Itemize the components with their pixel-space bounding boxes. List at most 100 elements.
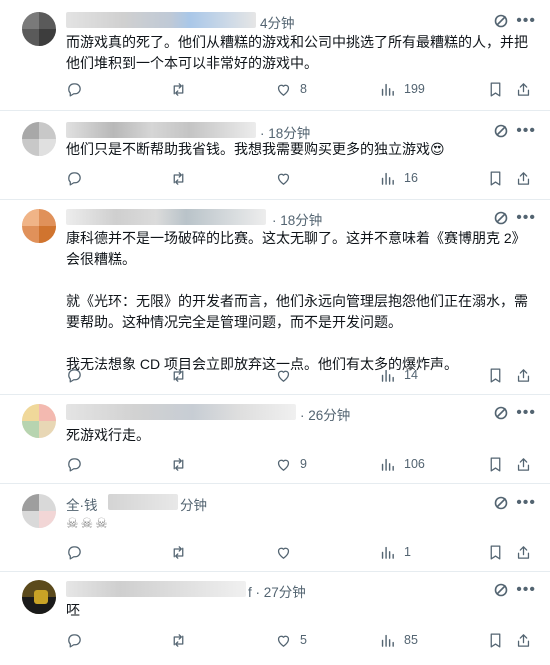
bookmark-icon bbox=[490, 456, 501, 472]
repost-button[interactable] bbox=[170, 79, 195, 99]
avatar[interactable] bbox=[22, 494, 56, 528]
share-button[interactable] bbox=[515, 630, 532, 650]
grok-icon[interactable] bbox=[494, 406, 508, 420]
tweet-text: 呸 bbox=[66, 602, 80, 618]
like-button[interactable]: 9 bbox=[275, 454, 307, 474]
repost-button[interactable] bbox=[170, 542, 195, 562]
share-icon bbox=[517, 545, 530, 559]
share-icon bbox=[517, 457, 530, 471]
reply-tweet[interactable]: f · 27分钟 ••• 呸 5 85 bbox=[0, 572, 550, 665]
bookmark-button[interactable] bbox=[487, 79, 504, 99]
author-name-partial[interactable]: 全·钱 bbox=[66, 494, 98, 514]
timestamp[interactable]: · 26分钟 bbox=[300, 404, 350, 424]
share-button[interactable] bbox=[515, 454, 532, 474]
reply-tweet[interactable]: 4分钟 ••• 而游戏真的死了。他们从糟糕的游戏和公司中挑选了所有最糟糕的人，并… bbox=[0, 0, 550, 111]
share-button[interactable] bbox=[515, 365, 532, 385]
like-button[interactable] bbox=[275, 365, 300, 385]
tweet-text: 而游戏真的死了。他们从糟糕的游戏和公司中挑选了所有最糟糕的人，并把他们堆积到一个… bbox=[66, 34, 528, 71]
bookmark-button[interactable] bbox=[487, 630, 504, 650]
reply-button[interactable] bbox=[66, 542, 91, 562]
grok-icon[interactable] bbox=[494, 124, 508, 138]
more-icon[interactable]: ••• bbox=[516, 405, 536, 421]
avatar[interactable] bbox=[22, 404, 56, 438]
bookmark-button[interactable] bbox=[487, 365, 504, 385]
avatar[interactable] bbox=[22, 580, 56, 614]
share-icon bbox=[517, 82, 530, 96]
like-icon bbox=[277, 459, 290, 471]
more-icon[interactable]: ••• bbox=[516, 495, 536, 511]
repost-button[interactable] bbox=[170, 365, 195, 385]
grok-icon[interactable] bbox=[494, 496, 508, 510]
grok-icon[interactable] bbox=[494, 14, 508, 28]
repost-icon bbox=[173, 82, 184, 96]
action-bar: 5 85 bbox=[66, 630, 530, 650]
like-button[interactable] bbox=[275, 168, 300, 188]
tweet-text: 康科德并不是一场破碎的比赛。这太无聊了。这并不意味着《赛博朋克 2》会很糟糕。 … bbox=[66, 230, 528, 372]
repost-button[interactable] bbox=[170, 630, 195, 650]
more-icon[interactable]: ••• bbox=[516, 582, 536, 598]
timestamp[interactable]: 4分钟 bbox=[260, 12, 295, 32]
more-icon[interactable]: ••• bbox=[516, 13, 536, 29]
reply-button[interactable] bbox=[66, 630, 91, 650]
views-button[interactable]: 1 bbox=[379, 542, 411, 562]
repost-button[interactable] bbox=[170, 454, 195, 474]
share-icon bbox=[517, 633, 530, 647]
views-button[interactable]: 199 bbox=[379, 79, 425, 99]
author-name-blurred[interactable] bbox=[66, 209, 266, 225]
like-icon bbox=[277, 635, 290, 647]
views-icon bbox=[381, 546, 394, 559]
action-bar: 1 bbox=[66, 542, 530, 562]
like-icon bbox=[277, 547, 290, 559]
grok-icon[interactable] bbox=[494, 583, 508, 597]
reply-icon bbox=[68, 545, 81, 560]
like-icon bbox=[277, 370, 290, 382]
reply-button[interactable] bbox=[66, 454, 91, 474]
reply-tweet[interactable]: · 18分钟 ••• 他们只是不断帮助我省钱。我想我需要购买更多的独立游戏😍 1… bbox=[0, 111, 550, 200]
author-name-blurred[interactable] bbox=[108, 494, 178, 510]
repost-button[interactable] bbox=[170, 168, 195, 188]
action-bar: 9 106 bbox=[66, 454, 530, 474]
grok-icon[interactable] bbox=[494, 211, 508, 225]
tweet-text: ☠☠☠ bbox=[66, 515, 110, 531]
views-button[interactable]: 106 bbox=[379, 454, 425, 474]
bookmark-button[interactable] bbox=[487, 168, 504, 188]
avatar[interactable] bbox=[22, 122, 56, 156]
more-icon[interactable]: ••• bbox=[516, 123, 536, 139]
views-button[interactable]: 85 bbox=[379, 630, 418, 650]
reply-button[interactable] bbox=[66, 365, 91, 385]
views-button[interactable]: 16 bbox=[379, 168, 418, 188]
author-name-blurred[interactable] bbox=[66, 122, 256, 138]
like-icon bbox=[277, 173, 290, 185]
timestamp[interactable]: f · 27分钟 bbox=[248, 581, 306, 601]
share-button[interactable] bbox=[515, 168, 532, 188]
timestamp[interactable]: 分钟 bbox=[180, 494, 207, 514]
bookmark-button[interactable] bbox=[487, 454, 504, 474]
timestamp[interactable]: · 18分钟 bbox=[272, 209, 322, 229]
avatar[interactable] bbox=[22, 12, 56, 46]
share-button[interactable] bbox=[515, 79, 532, 99]
tweet-text: 他们只是不断帮助我省钱。我想我需要购买更多的独立游戏😍 bbox=[66, 141, 445, 157]
reply-button[interactable] bbox=[66, 79, 91, 99]
reply-icon bbox=[68, 82, 81, 97]
bookmark-button[interactable] bbox=[487, 542, 504, 562]
action-bar: 8 199 bbox=[66, 79, 530, 99]
like-button[interactable]: 5 bbox=[275, 630, 307, 650]
author-name-blurred[interactable] bbox=[66, 581, 246, 597]
reply-tweet[interactable]: · 18分钟 ••• 康科德并不是一场破碎的比赛。这太无聊了。这并不意味着《赛博… bbox=[0, 200, 550, 395]
like-button[interactable]: 8 bbox=[275, 79, 307, 99]
share-icon bbox=[517, 171, 530, 185]
like-button[interactable] bbox=[275, 542, 300, 562]
action-bar: 16 bbox=[66, 168, 530, 188]
author-name-blurred[interactable] bbox=[66, 404, 296, 420]
reply-button[interactable] bbox=[66, 168, 91, 188]
repost-icon bbox=[173, 545, 184, 559]
author-name-blurred[interactable] bbox=[66, 12, 256, 28]
reply-tweet[interactable]: · 26分钟 ••• 死游戏行走。 9 106 bbox=[0, 395, 550, 484]
reply-tweet[interactable]: 全·钱 分钟 ••• ☠☠☠ 1 bbox=[0, 484, 550, 572]
reply-icon bbox=[68, 368, 81, 383]
repost-icon bbox=[173, 368, 184, 382]
more-icon[interactable]: ••• bbox=[516, 210, 536, 226]
views-button[interactable]: 14 bbox=[379, 365, 418, 385]
share-button[interactable] bbox=[515, 542, 532, 562]
avatar[interactable] bbox=[22, 209, 56, 243]
